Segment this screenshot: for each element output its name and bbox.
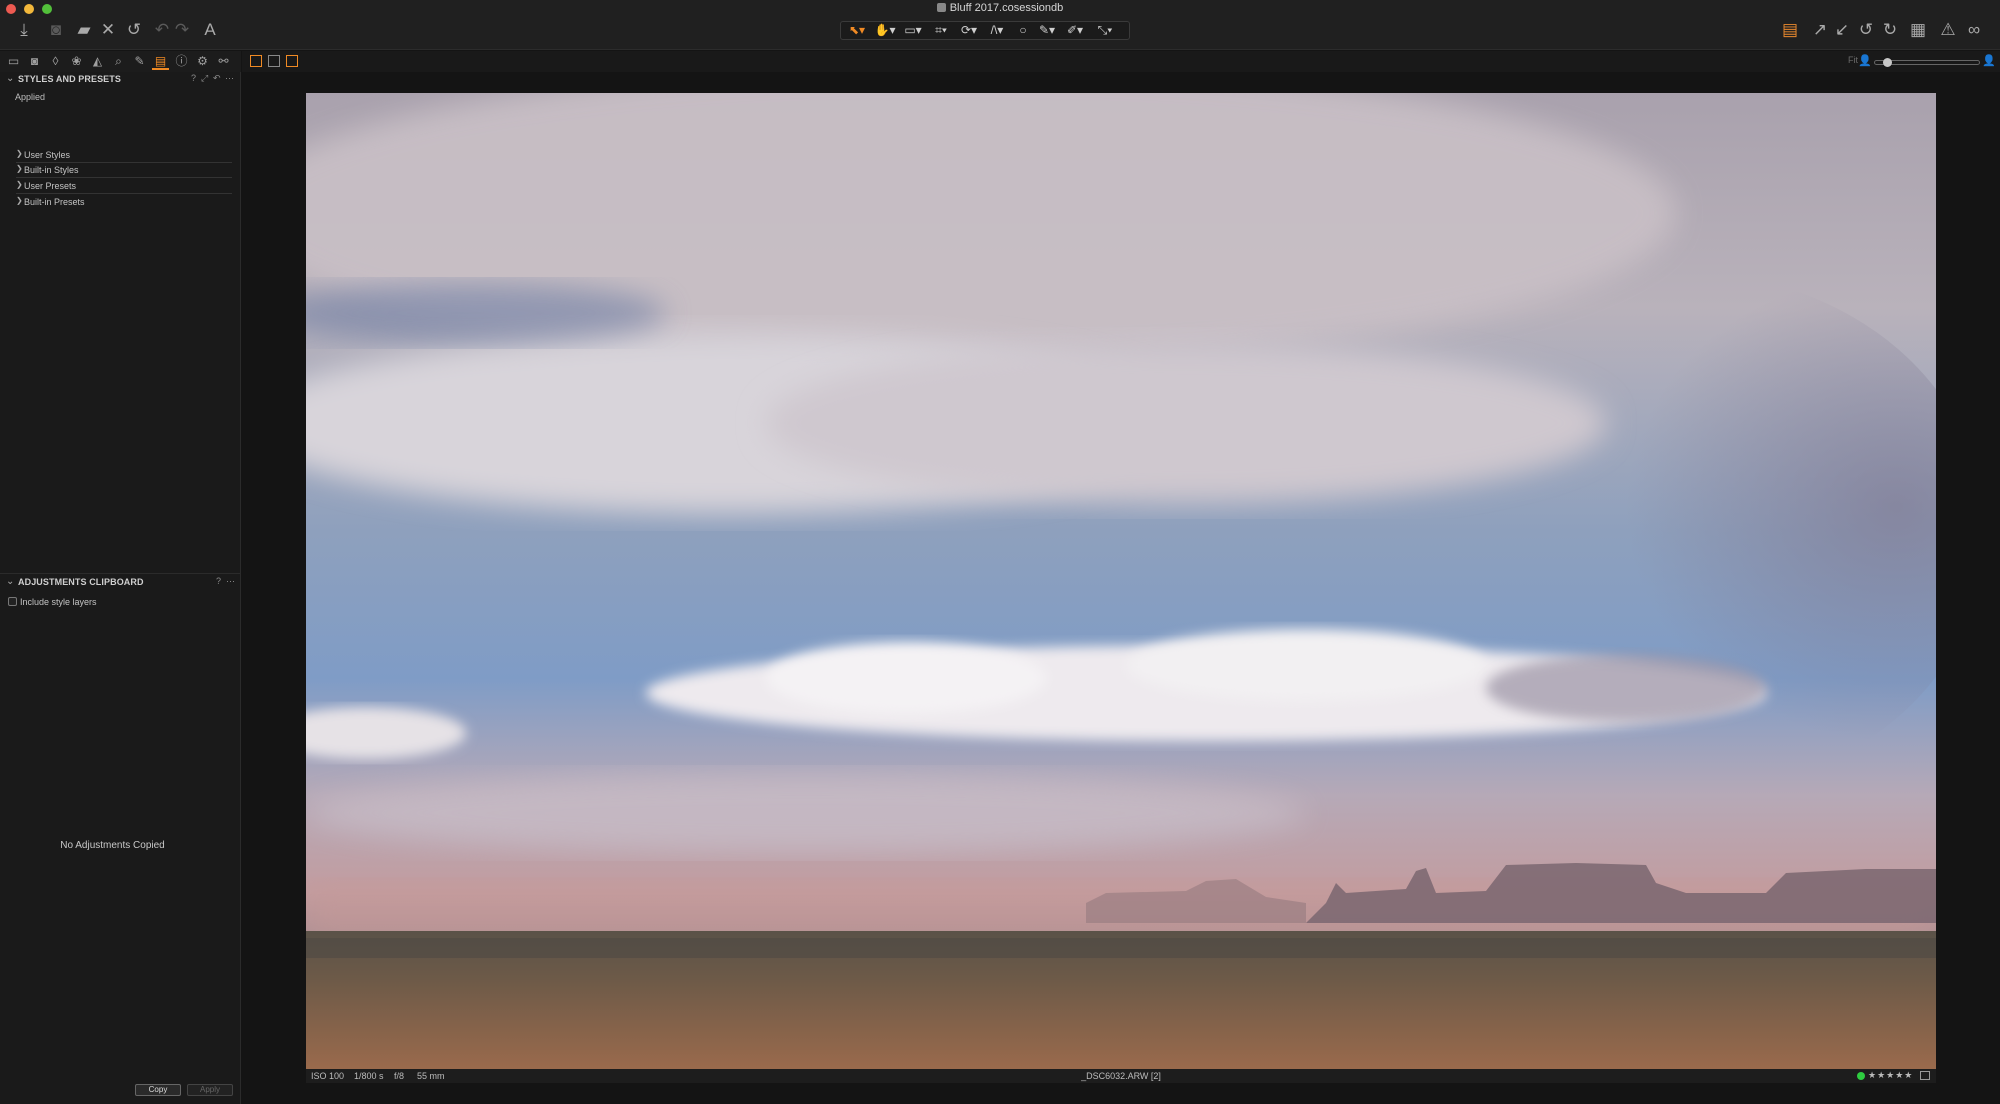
text-icon[interactable]: A: [200, 20, 220, 40]
output-tab-icon[interactable]: ⚙: [194, 53, 211, 70]
main-photo[interactable]: [306, 93, 1936, 1069]
process-icon[interactable]: ↙: [1832, 20, 1852, 40]
panel-divider: [0, 573, 240, 574]
capture-tab-icon[interactable]: ◙: [26, 53, 43, 70]
more-icon[interactable]: ⋯: [225, 73, 234, 84]
eraser-icon[interactable]: ✐▾: [1061, 22, 1089, 39]
fit-label: Fit: [1848, 55, 1858, 65]
select-cursor-icon[interactable]: ⬉▾: [843, 22, 871, 39]
left-tool-panel: ⌄ STYLES AND PRESETS ? ⤢ ↶ ⋯ Applied ❯ Us…: [0, 72, 241, 1104]
collapse-chevron-icon[interactable]: ⌄: [6, 576, 14, 587]
proof-glasses-icon[interactable]: ∞: [1964, 20, 1984, 40]
no-adjustments-message: No Adjustments Copied: [60, 840, 165, 851]
include-style-layers-label: Include style layers: [20, 597, 97, 607]
viewer-controls: Fit 👤 👤: [242, 51, 2000, 72]
expand-arrow-icon: ❯: [16, 196, 23, 205]
metadata-tab-icon[interactable]: ⓘ: [173, 53, 190, 70]
lens-tab-icon[interactable]: ◊: [47, 53, 64, 70]
zoom-slider-knob[interactable]: [1883, 58, 1892, 67]
style-item-user-styles[interactable]: ❯ User Styles: [16, 148, 232, 163]
local-adjust-tab-icon[interactable]: ✎: [131, 53, 148, 70]
style-item-user-presets[interactable]: ❯ User Presets: [16, 179, 232, 194]
zoom-slider[interactable]: [1874, 58, 1980, 67]
rotate-left-icon[interactable]: ↺: [1856, 20, 1876, 40]
document-icon: [936, 3, 946, 12]
person-small-icon: 👤: [1858, 55, 1872, 67]
warning-icon[interactable]: ⚠: [1938, 20, 1958, 40]
more-icon[interactable]: ⋯: [226, 576, 235, 587]
crop-icon[interactable]: ⌗▾: [927, 22, 955, 39]
reset-icon[interactable]: ↶: [213, 73, 221, 84]
folder-icon[interactable]: ▰: [74, 20, 94, 40]
rotate-icon[interactable]: ⟳▾: [955, 22, 983, 39]
color-tab-icon[interactable]: ❀: [68, 53, 85, 70]
help-icon[interactable]: ?: [216, 576, 221, 586]
adjustments-clipboard-header[interactable]: ⌄ ADJUSTMENTS CLIPBOARD ? ⋯: [0, 576, 240, 590]
close-icon[interactable]: ✕: [98, 20, 118, 40]
include-style-layers-checkbox[interactable]: [8, 597, 17, 606]
import-icon[interactable]: ⤓: [14, 20, 34, 40]
keystone-icon[interactable]: /\▾: [983, 22, 1011, 39]
filmstrip-view-icon[interactable]: [286, 55, 298, 67]
collapse-chevron-icon[interactable]: ⌄: [6, 73, 14, 84]
expand-icon[interactable]: ⤢: [201, 73, 208, 84]
details-tab-icon[interactable]: ⌕: [110, 53, 127, 70]
layers-icon[interactable]: ▤: [1780, 20, 1800, 40]
image-filename: _DSC6032.ARW [2]: [1081, 1071, 1161, 1081]
expand-arrow-icon: ❯: [16, 164, 23, 173]
export-icon[interactable]: ↗: [1810, 20, 1830, 40]
expand-arrow-icon: ❯: [16, 180, 23, 189]
exposure-tab-icon[interactable]: ◭: [89, 53, 106, 70]
color-tag-dot[interactable]: [1857, 1072, 1865, 1080]
help-icon[interactable]: ?: [191, 73, 196, 83]
style-item-builtin-presets[interactable]: ❯ Built-in Presets: [16, 195, 232, 210]
landscape-image: [306, 93, 1936, 1069]
loupe-icon[interactable]: ▭▾: [899, 22, 927, 39]
cursor-tools: ⬉▾ ✋▾ ▭▾ ⌗▾ ⟳▾ /\▾ ○ ✎▾ ✐▾ ⤡▾: [840, 21, 1130, 40]
expand-arrow-icon: ❯: [16, 149, 23, 158]
picker-icon[interactable]: ⤡▾: [1091, 22, 1119, 39]
single-view-icon[interactable]: [268, 55, 280, 67]
image-info-bar: ISO 100 1/800 s f/8 55 mm _DSC6032.ARW […: [306, 1069, 1936, 1083]
tool-tabs: ▭ ◙ ◊ ❀ ◭ ⌕ ✎ ▤ ⓘ ⚙ ⚯: [0, 51, 241, 72]
styles-presets-title: STYLES AND PRESETS: [18, 74, 121, 84]
title-toolbar: Bluff 2017.cosessiondb ⤓ ◙ ▰ ✕ ↺ ↶ ↷ A ⬉…: [0, 0, 2000, 50]
rotate-right-icon[interactable]: ↻: [1880, 20, 1900, 40]
grid-view-icon[interactable]: [250, 55, 262, 67]
library-tab-icon[interactable]: ▭: [5, 53, 22, 70]
star-rating[interactable]: ★★★★★: [1868, 1070, 1913, 1081]
applied-label: Applied: [15, 92, 46, 102]
redo-icon[interactable]: ↷: [172, 20, 192, 40]
window-title: Bluff 2017.cosessiondb: [0, 2, 2000, 14]
adjustments-clipboard-title: ADJUSTMENTS CLIPBOARD: [18, 577, 144, 587]
info-grid-icon[interactable]: [1920, 1071, 1930, 1080]
person-large-icon: 👤: [1982, 55, 1996, 67]
brush-icon[interactable]: ✎▾: [1033, 22, 1061, 39]
batch-tab-icon[interactable]: ⚯: [215, 53, 232, 70]
styles-presets-header[interactable]: ⌄ STYLES AND PRESETS ? ⤢ ↶ ⋯: [0, 73, 240, 87]
pan-icon[interactable]: ✋▾: [871, 22, 899, 39]
undo-history-icon[interactable]: ↺: [124, 20, 144, 40]
copy-button[interactable]: Copy: [135, 1084, 181, 1096]
style-item-builtin-styles[interactable]: ❯ Built-in Styles: [16, 163, 232, 178]
grid-icon[interactable]: ▦: [1908, 20, 1928, 40]
apply-button[interactable]: Apply: [187, 1084, 233, 1096]
undo-icon[interactable]: ↶: [152, 20, 172, 40]
adjustments-tab-icon[interactable]: ▤: [152, 53, 169, 70]
camera-icon[interactable]: ◙: [46, 20, 66, 40]
